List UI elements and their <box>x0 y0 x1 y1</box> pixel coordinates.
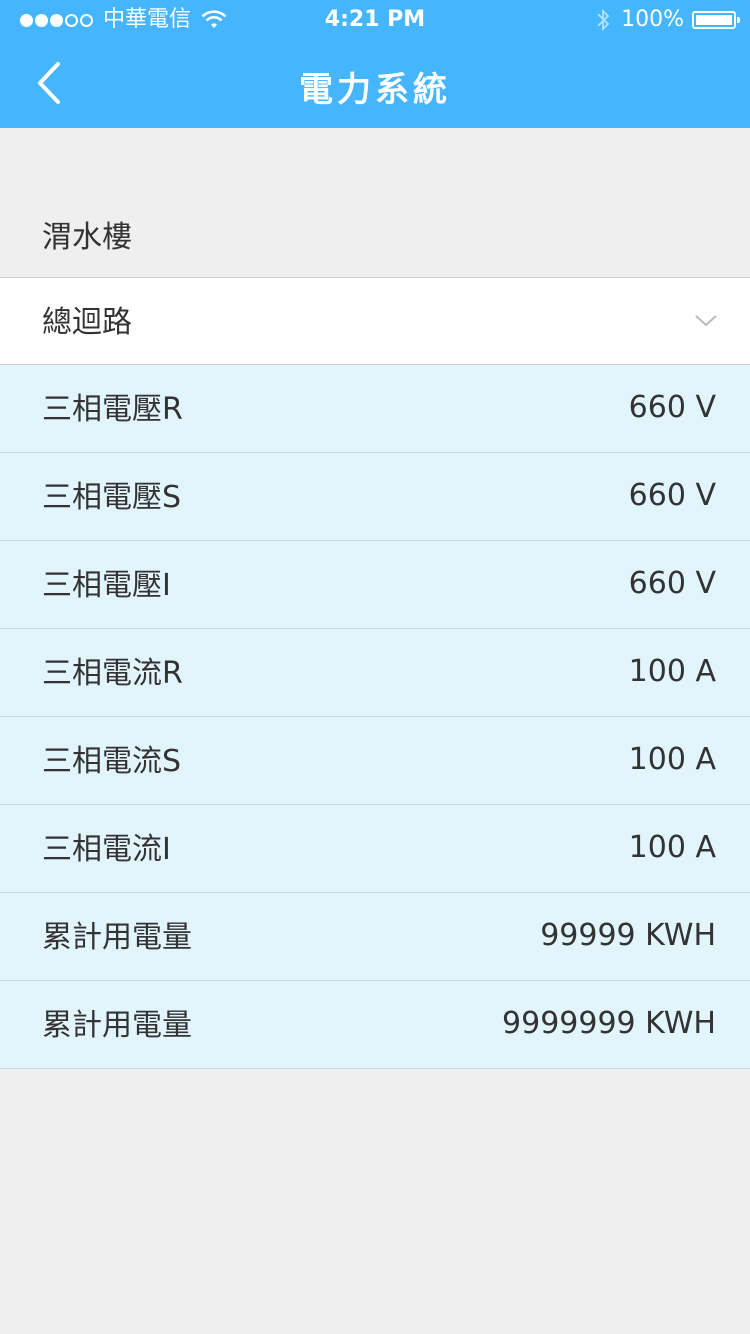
row-value: 100 A <box>628 654 716 689</box>
battery-icon <box>692 11 740 29</box>
battery-nub <box>737 17 740 23</box>
circuit-dropdown[interactable]: 總迴路 <box>0 277 750 365</box>
row-label: 三相電流R <box>42 656 183 691</box>
row-value: 9999999 KWH <box>502 1006 716 1041</box>
page-title: 電力系統 <box>299 70 451 110</box>
header: 中華電信 4:21 PM 100% 電力系統 <box>0 0 750 128</box>
row-label: 三相電壓R <box>42 392 183 427</box>
list-item: 三相電壓I 660 V <box>0 541 750 629</box>
row-label: 三相電流I <box>42 832 171 867</box>
row-label: 三相電流S <box>42 744 182 779</box>
row-value: 99999 KWH <box>540 918 716 953</box>
list-item: 三相電流S 100 A <box>0 717 750 805</box>
list-item: 三相電流R 100 A <box>0 629 750 717</box>
row-value: 100 A <box>628 830 716 865</box>
row-label: 累計用電量 <box>42 1008 192 1043</box>
bluetooth-icon <box>597 8 610 32</box>
battery-fill <box>696 15 732 25</box>
list-item: 累計用電量 99999 KWH <box>0 893 750 981</box>
row-value: 100 A <box>628 742 716 777</box>
status-bar: 中華電信 4:21 PM 100% <box>0 0 750 40</box>
row-label: 三相電壓S <box>42 480 182 515</box>
list-item: 累計用電量 9999999 KWH <box>0 981 750 1069</box>
battery-percent: 100% <box>621 7 684 32</box>
row-value: 660 V <box>628 566 716 601</box>
rows-container: 三相電壓R 660 V 三相電壓S 660 V 三相電壓I 660 V 三相電流R 100 A… <box>0 365 750 1069</box>
section-title: 渭水樓 <box>42 220 132 255</box>
row-label: 三相電壓I <box>42 568 171 603</box>
row-label: 累計用電量 <box>42 920 192 955</box>
row-value: 660 V <box>628 390 716 425</box>
list-item: 三相電壓S 660 V <box>0 453 750 541</box>
dropdown-selected-value: 總迴路 <box>42 305 132 340</box>
nav-bar: 電力系統 <box>0 40 750 128</box>
row-value: 660 V <box>628 478 716 513</box>
list-item: 三相電壓R 660 V <box>0 365 750 453</box>
status-right: 100% <box>595 0 740 40</box>
data-list: 總迴路 三相電壓R 660 V 三相電壓S 660 V 三相電壓I 660 V 三相電流R 1… <box>0 277 750 1069</box>
list-item: 三相電流I 100 A <box>0 805 750 893</box>
chevron-down-icon <box>695 315 717 327</box>
